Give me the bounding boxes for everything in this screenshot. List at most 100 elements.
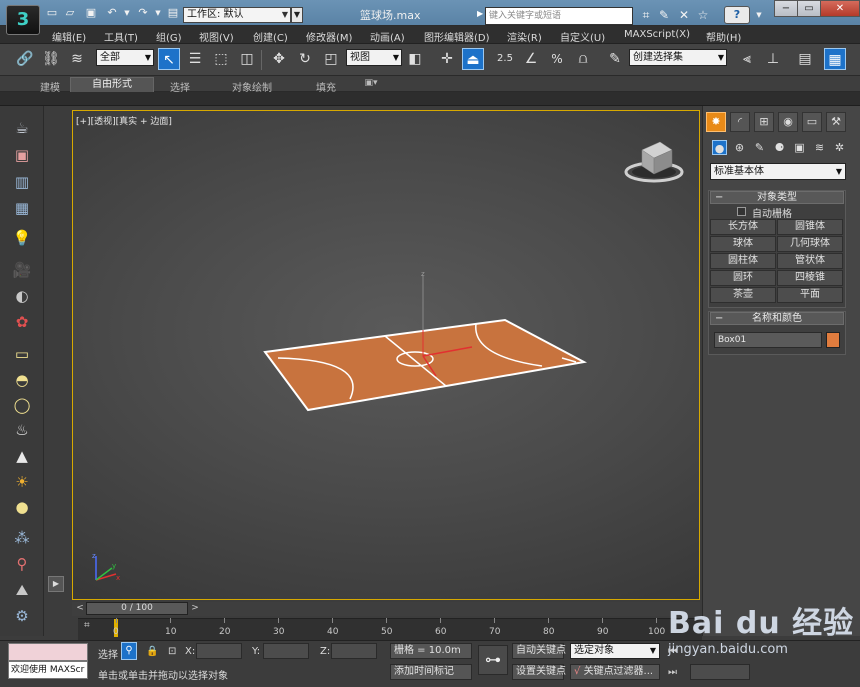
name-color-header[interactable]: − 名称和颜色 xyxy=(710,312,844,325)
rendered-frame-icon[interactable]: ▦ xyxy=(12,198,32,218)
undo-icon[interactable]: ↶ xyxy=(104,5,120,21)
set-key-button[interactable]: 设置关键点 xyxy=(512,664,566,680)
open-file-icon[interactable]: ▱ xyxy=(62,5,78,21)
geosphere-button[interactable]: 几何球体 xyxy=(777,236,843,252)
select-manipulate-icon[interactable]: ✛ xyxy=(436,48,458,70)
y-coordinate-input[interactable] xyxy=(263,643,309,659)
mini-curve-editor-icon[interactable]: ⌗ xyxy=(84,620,98,634)
layer-manager-icon[interactable]: ▤ xyxy=(794,48,816,70)
select-by-name-icon[interactable]: ☰ xyxy=(184,48,206,70)
reference-coordinate-select[interactable]: 视图 ▼ xyxy=(346,49,402,66)
menu-views[interactable]: 视图(V) xyxy=(199,29,234,44)
teapot-button[interactable]: 茶壶 xyxy=(710,287,776,303)
select-move-icon[interactable]: ✥ xyxy=(268,48,290,70)
unlink-icon[interactable]: ⛓ xyxy=(40,48,62,70)
helper-icon[interactable]: ✿ xyxy=(12,312,32,332)
menu-create[interactable]: 创建(C) xyxy=(253,29,288,44)
selection-filter-select[interactable]: 全部 ▼ xyxy=(96,49,154,66)
geometry-icon[interactable]: ● xyxy=(712,140,727,155)
menu-tools[interactable]: 工具(T) xyxy=(104,29,138,44)
angle-snap-icon[interactable]: ∠ xyxy=(520,48,542,70)
menu-edit[interactable]: 编辑(E) xyxy=(52,29,86,44)
lights-icon[interactable]: ✎ xyxy=(752,140,767,155)
window-crossing-icon[interactable]: ◫ xyxy=(236,48,258,70)
teapot-primitive-icon[interactable]: ♨ xyxy=(12,420,32,440)
cone-icon[interactable]: ▲ xyxy=(12,446,32,466)
menu-maxscript[interactable]: MAXScript(X) xyxy=(624,29,690,40)
subscription-icon[interactable]: ✎ xyxy=(656,7,672,23)
cone-button[interactable]: 圆锥体 xyxy=(777,219,843,235)
display-tab-icon[interactable]: ▭ xyxy=(802,112,822,132)
project-folder-icon[interactable]: ▤ xyxy=(165,5,181,21)
lock-selection-icon[interactable]: 🔒 xyxy=(146,646,158,657)
shapes-icon[interactable]: ⊛ xyxy=(732,140,747,155)
new-file-icon[interactable]: ▭ xyxy=(44,5,60,21)
sun-icon[interactable]: ☀ xyxy=(12,472,32,492)
torus-icon[interactable]: ◯ xyxy=(12,395,32,415)
snap-toggle-icon[interactable]: 2.5 xyxy=(494,48,516,70)
render-setup-icon[interactable]: ▥ xyxy=(12,172,32,192)
undo-dropdown-icon[interactable]: ▼ xyxy=(119,5,135,21)
maxscript-listener[interactable]: 欢迎使用 MAXScr xyxy=(8,661,88,679)
teapot-icon[interactable]: ☕ xyxy=(12,118,32,138)
spinner-snap-icon[interactable]: ⩍ xyxy=(572,48,594,70)
view-cube[interactable] xyxy=(624,141,684,183)
half-sphere-icon[interactable]: ◐ xyxy=(12,286,32,306)
bind-space-warp-icon[interactable]: ≋ xyxy=(66,48,88,70)
menu-rendering[interactable]: 渲染(R) xyxy=(507,29,542,44)
favorites-star-icon[interactable]: ☆ xyxy=(695,7,711,23)
time-slider[interactable]: 0 / 100 xyxy=(86,602,188,615)
named-selection-set-select[interactable]: 创建选择集 ▼ xyxy=(629,49,727,66)
bone-icon[interactable]: ⚲ xyxy=(12,554,32,574)
isolate-selection-icon[interactable]: ⚲ xyxy=(121,642,137,660)
mountain-icon[interactable]: ⛰ xyxy=(12,580,32,600)
menu-group[interactable]: 组(G) xyxy=(156,29,182,44)
select-object-icon[interactable]: ↖ xyxy=(158,48,180,70)
key-set-select[interactable]: 选定对象 ▼ xyxy=(570,643,660,659)
space-warps-icon[interactable]: ≋ xyxy=(812,140,827,155)
add-time-tag-button[interactable]: 添加时间标记 xyxy=(390,664,472,680)
workspace-menu-icon[interactable]: ▼ xyxy=(291,7,303,23)
close-button[interactable]: ✕ xyxy=(820,0,860,17)
menu-graph-editors[interactable]: 图形编辑器(D) xyxy=(424,29,490,44)
keyboard-shortcut-override-icon[interactable]: ⏏ xyxy=(462,48,484,70)
redo-icon[interactable]: ↷ xyxy=(135,5,151,21)
basketball-court[interactable] xyxy=(263,318,588,412)
cylinder-button[interactable]: 圆柱体 xyxy=(710,253,776,269)
sphere-button[interactable]: 球体 xyxy=(710,236,776,252)
object-type-header[interactable]: − 对象类型 xyxy=(710,191,844,204)
systems-icon[interactable]: ✲ xyxy=(832,140,847,155)
particle-icon[interactable]: ⁂ xyxy=(12,528,32,548)
maxscript-listener-top[interactable] xyxy=(8,643,88,661)
plane-button[interactable]: 平面 xyxy=(777,287,843,303)
z-coordinate-input[interactable] xyxy=(331,643,377,659)
menu-modifiers[interactable]: 修改器(M) xyxy=(306,29,352,44)
current-frame-input[interactable] xyxy=(690,664,750,680)
binoculars-icon[interactable]: ⌗ xyxy=(638,7,654,23)
ribbon-options-icon[interactable]: ▣▾ xyxy=(360,78,382,88)
app-logo-button[interactable]: 3 xyxy=(6,5,40,35)
pivot-center-icon[interactable]: ◧ xyxy=(404,48,426,70)
communication-center-icon[interactable]: ✕ xyxy=(676,7,692,23)
pyramid-button[interactable]: 四棱锥 xyxy=(777,270,843,286)
select-rotate-icon[interactable]: ↻ xyxy=(294,48,316,70)
workspace-select[interactable]: 工作区: 默认 ▼ xyxy=(183,7,291,23)
select-scale-icon[interactable]: ◰ xyxy=(320,48,342,70)
tube-button[interactable]: 管状体 xyxy=(777,253,843,269)
rectangular-selection-icon[interactable]: ⬚ xyxy=(210,48,232,70)
absolute-mode-icon[interactable]: ⊡ xyxy=(168,646,176,657)
percent-snap-icon[interactable]: % xyxy=(546,48,568,70)
link-icon[interactable]: 🔗 xyxy=(14,48,36,70)
help-button[interactable]: ? xyxy=(724,6,750,24)
hemisphere-icon[interactable]: ◓ xyxy=(12,370,32,390)
helpers-icon[interactable]: ▣ xyxy=(792,140,807,155)
camera-icon[interactable]: 🎥 xyxy=(12,260,32,280)
modify-tab-icon[interactable]: ◜ xyxy=(730,112,750,132)
ribbon-tab-freeform[interactable]: 自由形式 xyxy=(70,77,154,93)
torus-button[interactable]: 圆环 xyxy=(710,270,776,286)
prev-frame-icon[interactable]: < xyxy=(74,602,86,615)
expand-viewport-icon[interactable]: ▶ xyxy=(48,576,64,592)
cameras-icon[interactable]: ⚈ xyxy=(772,140,787,155)
search-input[interactable]: 键入关键字或短语 xyxy=(485,7,633,25)
edit-named-selection-icon[interactable]: ✎ xyxy=(604,48,626,70)
